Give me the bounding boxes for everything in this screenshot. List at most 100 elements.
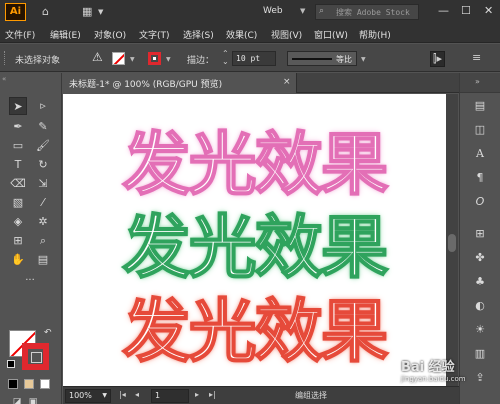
menu-file[interactable]: 文件(F) <box>5 28 35 41</box>
first-artboard-icon[interactable]: |◂ <box>119 390 126 399</box>
panel-collapse-bar[interactable]: » <box>460 73 500 93</box>
symbols-icon[interactable]: ♣ <box>470 273 490 291</box>
menu-type[interactable]: 文字(T) <box>139 28 170 41</box>
home-icon[interactable]: ⌂ <box>42 5 49 18</box>
tools-panel: « ➤ ▹ ✒ ✎ ▭ 🖌 T ↻ ⌫ ⇲ ▧ ⁄ ◈ ✲ ⊞ ⌕ ✋ ▤ ··… <box>0 73 62 404</box>
title-bar: Ai ⌂ ▦ ▼ Web ▼ ⌕ 搜索 Adobe Stock — ☐ ✕ <box>0 0 500 24</box>
appearance-icon[interactable]: ◐ <box>470 297 490 315</box>
layers-icon[interactable]: ◫ <box>470 121 490 139</box>
canvas-area[interactable]: 发光效果 发光效果 发光效果 <box>63 94 446 386</box>
color-mode-icon[interactable] <box>8 379 18 389</box>
artboard[interactable]: 发光效果 发光效果 发光效果 <box>63 94 446 386</box>
stroke-swatch[interactable] <box>148 52 161 65</box>
control-bar: 未选择对象 ⚠ ▼ ▼ 描边： ⌃ ⌄ 10 pt 等比 ▼ ⫿▸ ≡ <box>0 44 500 72</box>
brushes-icon[interactable]: ✤ <box>470 249 490 267</box>
document-tab-bar: 未标题-1* @ 100% (RGB/GPU 预览) × <box>63 73 463 93</box>
transparency-icon[interactable]: ☀ <box>470 321 490 339</box>
right-panel-dock: » ▤ ◫ A ¶ O ⊞ ✤ ♣ ◐ ☀ ▥ ⇪ <box>459 73 500 404</box>
chevron-down-icon[interactable]: ▼ <box>98 8 103 16</box>
zoom-value: 100% <box>69 391 92 400</box>
none-mode-icon[interactable] <box>40 379 50 389</box>
character-icon[interactable]: A <box>470 145 490 163</box>
fill-dropdown-icon[interactable]: ▼ <box>130 56 135 63</box>
direct-selection-tool-icon[interactable]: ▹ <box>34 97 52 115</box>
menu-edit[interactable]: 编辑(E) <box>50 28 81 41</box>
swatches-icon[interactable]: ⊞ <box>470 225 490 243</box>
properties-icon[interactable]: ▤ <box>470 97 490 115</box>
panel-menu-icon[interactable]: ≡ <box>472 51 481 64</box>
next-artboard-icon[interactable]: ▸ <box>195 390 199 399</box>
chart-tool-icon[interactable]: ▤ <box>34 251 52 269</box>
curvature-tool-icon[interactable]: ✎ <box>34 118 52 136</box>
hand-tool-icon[interactable]: ✋ <box>9 251 27 269</box>
panel-grip[interactable] <box>4 51 7 65</box>
selection-tool-icon[interactable]: ➤ <box>9 97 27 115</box>
screen-mode-icon[interactable]: ▣ <box>24 393 42 404</box>
stock-search-input[interactable]: ⌕ 搜索 Adobe Stock <box>315 4 419 20</box>
document-tab[interactable]: 未标题-1* @ 100% (RGB/GPU 预览) <box>63 73 297 93</box>
profile-label: 等比 <box>336 55 352 64</box>
glow-text-red[interactable]: 发光效果 <box>63 276 446 375</box>
close-document-icon[interactable]: × <box>283 77 291 87</box>
menu-view[interactable]: 视图(V) <box>271 28 302 41</box>
workspace-label[interactable]: Web <box>263 6 283 16</box>
expand-panels-icon[interactable]: » <box>475 77 480 86</box>
shape-builder-tool-icon[interactable]: ◈ <box>9 213 27 231</box>
stroke-dropdown-icon[interactable]: ▼ <box>166 56 171 63</box>
stroke-label: 描边： <box>187 56 215 66</box>
menu-select[interactable]: 选择(S) <box>183 28 214 41</box>
menu-effect[interactable]: 效果(C) <box>226 28 257 41</box>
workspace-switcher-icon[interactable]: ▦ <box>82 5 92 18</box>
stroke-weight-field[interactable]: 10 pt <box>232 51 276 66</box>
stroke-color-box[interactable] <box>22 343 49 370</box>
gradient-mode-icon[interactable] <box>24 379 34 389</box>
rectangle-tool-icon[interactable]: ▭ <box>9 137 27 155</box>
close-button[interactable]: ✕ <box>484 4 493 17</box>
last-artboard-icon[interactable]: ▸| <box>209 390 216 399</box>
maximize-button[interactable]: ☐ <box>461 4 471 17</box>
symbol-sprayer-tool-icon[interactable]: ✲ <box>34 213 52 231</box>
warning-icon: ⚠ <box>92 50 103 64</box>
stroke-stepper-icon[interactable]: ⌃ ⌄ <box>222 50 229 66</box>
menu-help[interactable]: 帮助(H) <box>359 28 391 41</box>
zoom-dropdown-icon[interactable]: ▼ <box>102 392 107 399</box>
default-colors-icon[interactable] <box>7 360 15 368</box>
collapse-panel-icon[interactable]: « <box>2 75 6 83</box>
minimize-button[interactable]: — <box>438 4 449 17</box>
eraser-tool-icon[interactable]: ⌫ <box>9 175 27 193</box>
type-tool-icon[interactable]: T <box>9 156 27 174</box>
more-tools-icon[interactable]: ··· <box>21 272 39 290</box>
profile-dropdown-icon[interactable]: ▼ <box>361 56 366 63</box>
document-tab-title: 未标题-1* @ 100% (RGB/GPU 预览) <box>69 80 223 90</box>
menu-object[interactable]: 对象(O) <box>94 28 126 41</box>
variable-width-profile[interactable]: 等比 <box>287 51 357 66</box>
scrollbar-thumb[interactable] <box>448 234 456 252</box>
selection-status: 未选择对象 <box>15 56 61 66</box>
opentype-icon[interactable]: O <box>470 193 490 211</box>
previous-artboard-icon[interactable]: ◂ <box>135 390 139 399</box>
zoom-level-field[interactable]: 100% ▼ <box>65 389 111 403</box>
zoom-tool-icon[interactable]: ⌕ <box>34 232 52 250</box>
swap-fill-stroke-icon[interactable]: ↶ <box>44 328 52 338</box>
illustrator-logo: Ai <box>5 3 26 21</box>
watermark-line2: jingyan.baidu.com <box>401 375 466 383</box>
workspace-dropdown-icon[interactable]: ▼ <box>300 7 305 15</box>
width-tool-icon[interactable]: ⇲ <box>34 175 52 193</box>
fill-swatch[interactable] <box>112 52 125 65</box>
artboard-number: 1 <box>155 391 161 400</box>
baidu-watermark: Bai 经验 jingyan.baidu.com <box>401 356 500 404</box>
watermark-line1: Bai 经验 <box>401 360 455 375</box>
vertical-scrollbar[interactable] <box>446 94 458 386</box>
gradient-tool-icon[interactable]: ▧ <box>9 194 27 212</box>
paragraph-icon[interactable]: ¶ <box>470 169 490 187</box>
rotate-tool-icon[interactable]: ↻ <box>34 156 52 174</box>
artboard-tool-icon[interactable]: ⊞ <box>9 232 27 250</box>
search-placeholder: 搜索 Adobe Stock <box>336 8 410 17</box>
align-icon[interactable]: ⫿▸ <box>430 51 446 67</box>
search-icon: ⌕ <box>319 6 325 16</box>
menu-window[interactable]: 窗口(W) <box>314 28 348 41</box>
pen-tool-icon[interactable]: ✒ <box>9 118 27 136</box>
eyedropper-tool-icon[interactable]: ⁄ <box>34 194 52 212</box>
artboard-number-field[interactable]: 1 <box>151 389 189 403</box>
paintbrush-tool-icon[interactable]: 🖌 <box>34 137 52 155</box>
